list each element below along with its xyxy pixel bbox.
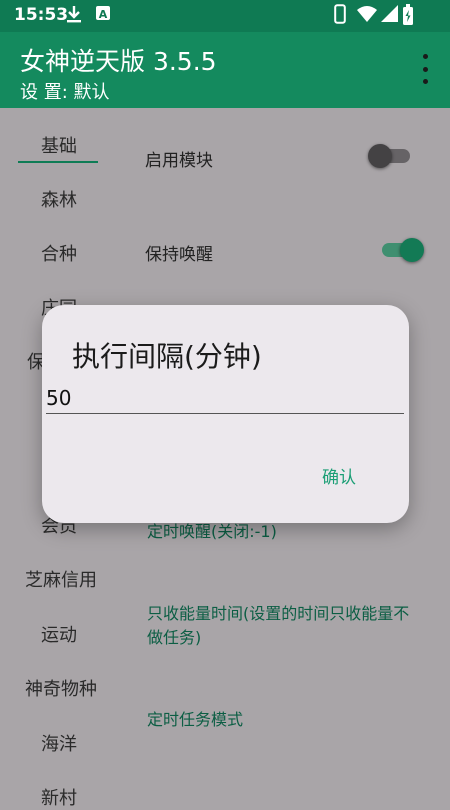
- battery-icon: [402, 4, 414, 30]
- status-time: 15:53: [14, 5, 69, 25]
- status-bar: 15:53 A: [0, 0, 450, 32]
- confirm-button[interactable]: 确认: [322, 463, 356, 488]
- nav-item-sesame-credit[interactable]: 芝麻信用: [16, 566, 106, 592]
- a-badge-icon: A: [95, 4, 111, 26]
- download-icon: [66, 4, 82, 28]
- app-bar: 女神逆天版 3.5.5 设 置: 默认: [0, 32, 450, 108]
- dialog-title: 执行间隔(分钟): [72, 340, 262, 373]
- signal-icon: [380, 4, 400, 28]
- energy-only-time-setting[interactable]: 只收能量时间(设置的时间只收能量不做任务): [147, 602, 425, 650]
- timed-task-mode-setting[interactable]: 定时任务模式: [147, 708, 427, 732]
- svg-text:A: A: [99, 8, 108, 21]
- nav-item-magic-species[interactable]: 神奇物种: [16, 675, 106, 701]
- phone-icon: [334, 4, 346, 28]
- nav-item-new-village[interactable]: 新村: [20, 784, 98, 810]
- wifi-icon: [356, 4, 378, 28]
- nav-item-sports[interactable]: 运动: [20, 621, 98, 647]
- app-subtitle: 设 置: 默认: [20, 82, 110, 103]
- enable-module-label: 启用模块: [145, 151, 213, 171]
- nav-item-forest[interactable]: 森林: [20, 186, 98, 212]
- interval-dialog: 执行间隔(分钟) 确认: [42, 305, 409, 523]
- nav-item-basic[interactable]: 基础: [20, 132, 98, 158]
- app-title: 女神逆天版 3.5.5: [20, 47, 217, 76]
- nav-item-cooperate[interactable]: 合种: [20, 240, 98, 266]
- nav-item-ocean[interactable]: 海洋: [20, 730, 98, 756]
- keep-awake-label: 保持唤醒: [145, 245, 213, 265]
- nav-selected-indicator: [18, 161, 98, 163]
- timed-wake-setting[interactable]: 定时唤醒(关闭:-1): [147, 520, 427, 544]
- enable-module-toggle[interactable]: [368, 142, 414, 170]
- more-vert-icon[interactable]: [420, 54, 430, 84]
- interval-input[interactable]: [46, 383, 404, 414]
- keep-awake-toggle[interactable]: [378, 236, 424, 264]
